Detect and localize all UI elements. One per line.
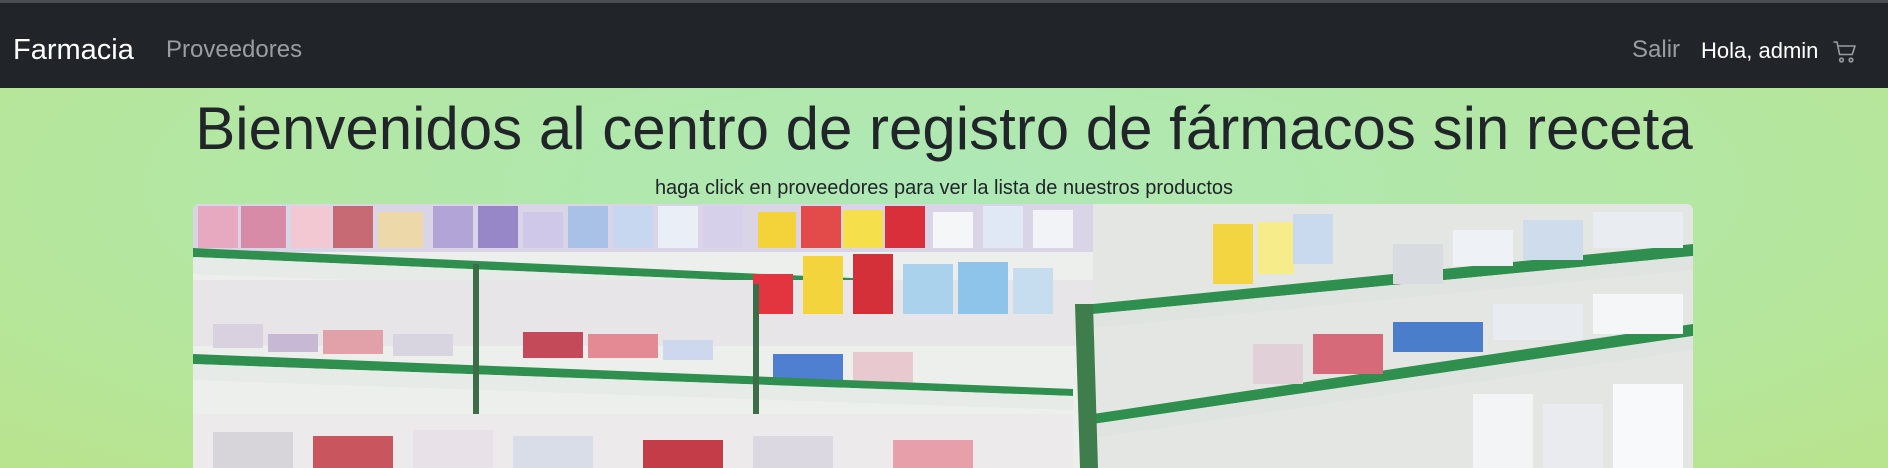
nav-link-proveedores[interactable]: Proveedores [166,36,302,64]
brand-link[interactable]: Farmacia [13,33,134,67]
page-subtitle: haga click en proveedores para ver la li… [654,177,1234,199]
product-boxes-top [193,204,1093,252]
pharmacy-shelves-image [193,204,1693,468]
user-greeting: Hola, admin [1701,38,1819,63]
cart-icon[interactable] [1833,40,1857,64]
navbar: Farmacia Proveedores Salir Hola, admin [0,3,1888,88]
logout-link[interactable]: Salir [1632,36,1680,64]
page-title: Bienvenidos al centro de registro de fár… [195,95,1693,162]
